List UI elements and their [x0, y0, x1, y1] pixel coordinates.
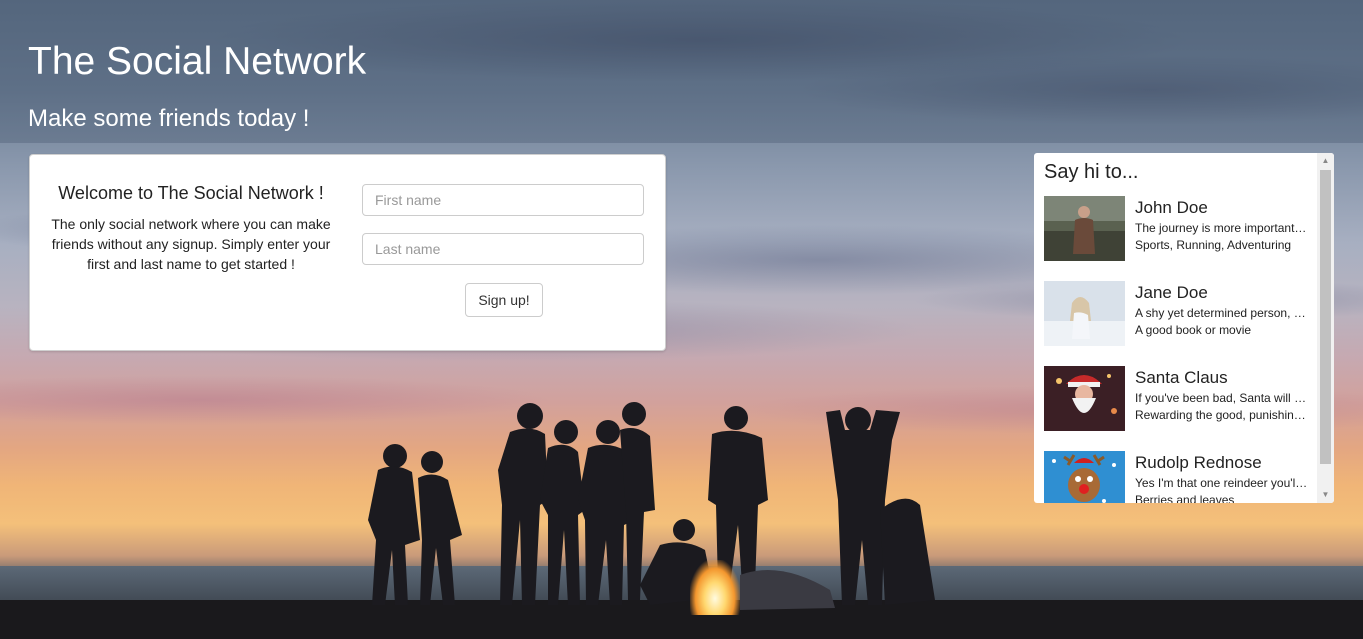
welcome-text: The only social network where you can ma… [51, 216, 331, 272]
friend-name: Santa Claus [1135, 368, 1228, 387]
campfire [690, 560, 740, 615]
friend-item-santa-claus[interactable]: Santa Claus If you've been bad, Santa wi… [1044, 366, 1314, 431]
friend-name: Rudolp Rednose [1135, 453, 1262, 472]
signup-button[interactable]: Sign up! [465, 283, 543, 317]
friend-name: Jane Doe [1135, 283, 1208, 302]
friend-interests: Rewarding the good, punishing the bad [1135, 408, 1309, 422]
first-name-input[interactable] [362, 184, 644, 216]
friend-item-john-doe[interactable]: John Doe The journey is more important t… [1044, 196, 1314, 261]
friend-item-rudolp-rednose[interactable]: Rudolp Rednose Yes I'm that one reindeer… [1044, 451, 1314, 503]
signup-panel: Welcome to The Social Network ! The only… [29, 154, 666, 351]
friends-scrollbar[interactable]: ▲ ▼ [1317, 153, 1334, 503]
site-subtitle: Make some friends today ! [28, 105, 310, 132]
friends-panel[interactable]: Say hi to... John Doe The journey is mor… [1034, 153, 1334, 503]
friend-photo [1044, 196, 1125, 261]
last-name-input[interactable] [362, 233, 644, 265]
scroll-thumb[interactable] [1320, 170, 1331, 464]
friend-interests: Sports, Running, Adventuring [1135, 238, 1292, 252]
friend-name: John Doe [1135, 198, 1208, 217]
friend-photo [1044, 451, 1125, 503]
site-title: The Social Network [28, 40, 367, 83]
friend-interests: A good book or movie [1135, 323, 1252, 337]
friend-interests: Berries and leaves [1135, 493, 1235, 503]
header: The Social Network Make some friends tod… [0, 0, 1363, 143]
friend-bio: A shy yet determined person, who loves w… [1135, 306, 1309, 320]
friend-bio: Yes I'm that one reindeer you'll never f… [1135, 476, 1309, 490]
friend-bio: If you've been bad, Santa will know [1135, 391, 1309, 405]
friend-photo [1044, 366, 1125, 431]
friend-photo [1044, 281, 1125, 346]
welcome-title: Welcome to The Social Network ! [58, 183, 324, 203]
scroll-down-arrow-icon[interactable]: ▼ [1317, 487, 1334, 503]
friend-item-jane-doe[interactable]: Jane Doe A shy yet determined person, wh… [1044, 281, 1314, 346]
friend-bio: The journey is more important than the d… [1135, 221, 1309, 235]
friends-title: Say hi to... [1044, 161, 1139, 183]
scroll-up-arrow-icon[interactable]: ▲ [1317, 153, 1334, 169]
